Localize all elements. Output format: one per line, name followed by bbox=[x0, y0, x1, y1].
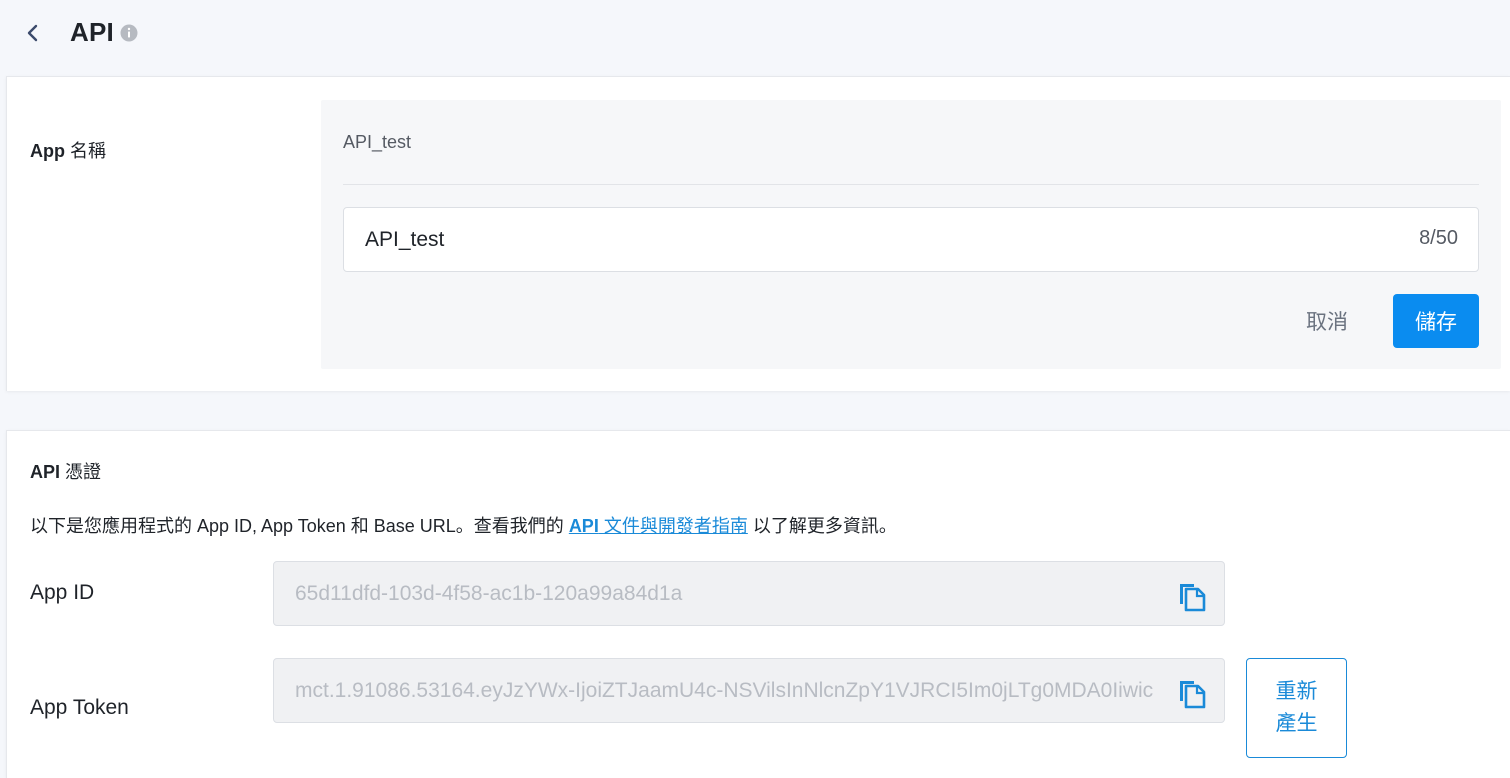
page-header: API bbox=[0, 0, 1510, 66]
chevron-left-icon bbox=[27, 24, 38, 42]
copy-icon[interactable] bbox=[1176, 677, 1208, 709]
app-name-label: App 名稱 bbox=[30, 141, 107, 161]
back-button[interactable] bbox=[18, 18, 48, 48]
regenerate-token-button[interactable]: 重新 產生 bbox=[1246, 658, 1347, 758]
app-name-input-wrapper: 8/50 bbox=[343, 207, 1479, 272]
app-name-card: App 名稱 API_test 8/50 取消 儲存 bbox=[6, 76, 1510, 391]
cancel-button[interactable]: 取消 bbox=[1287, 294, 1367, 348]
app-token-label: App Token bbox=[30, 696, 129, 719]
save-button[interactable]: 儲存 bbox=[1393, 294, 1479, 348]
app-token-field: mct.1.91086.53164.eyJzYWx-IjoiZTJaamU4c-… bbox=[273, 658, 1225, 723]
credentials-description: 以下是您應用程式的 App ID, App Token 和 Base URL。查… bbox=[30, 516, 897, 536]
app-id-label: App ID bbox=[30, 581, 95, 604]
app-id-value[interactable]: 65d11dfd-103d-4f58-ac1b-120a99a84d1a bbox=[295, 582, 1161, 606]
char-counter: 8/50 bbox=[1419, 227, 1458, 249]
divider bbox=[343, 184, 1479, 185]
app-name-input[interactable] bbox=[344, 208, 1394, 271]
info-icon[interactable] bbox=[120, 24, 138, 42]
api-docs-link[interactable]: API 文件與開發者指南 bbox=[569, 516, 748, 536]
page-title: API bbox=[70, 17, 114, 47]
app-name-edit-panel: API_test 8/50 取消 儲存 bbox=[321, 100, 1501, 369]
app-token-value[interactable]: mct.1.91086.53164.eyJzYWx-IjoiZTJaamU4c-… bbox=[295, 679, 1161, 703]
credentials-title: API 憑證 bbox=[30, 462, 102, 482]
app-id-field: 65d11dfd-103d-4f58-ac1b-120a99a84d1a bbox=[273, 561, 1225, 626]
api-credentials-card: API 憑證 以下是您應用程式的 App ID, App Token 和 Bas… bbox=[6, 430, 1510, 778]
current-app-name: API_test bbox=[343, 132, 412, 152]
copy-icon[interactable] bbox=[1176, 580, 1208, 612]
